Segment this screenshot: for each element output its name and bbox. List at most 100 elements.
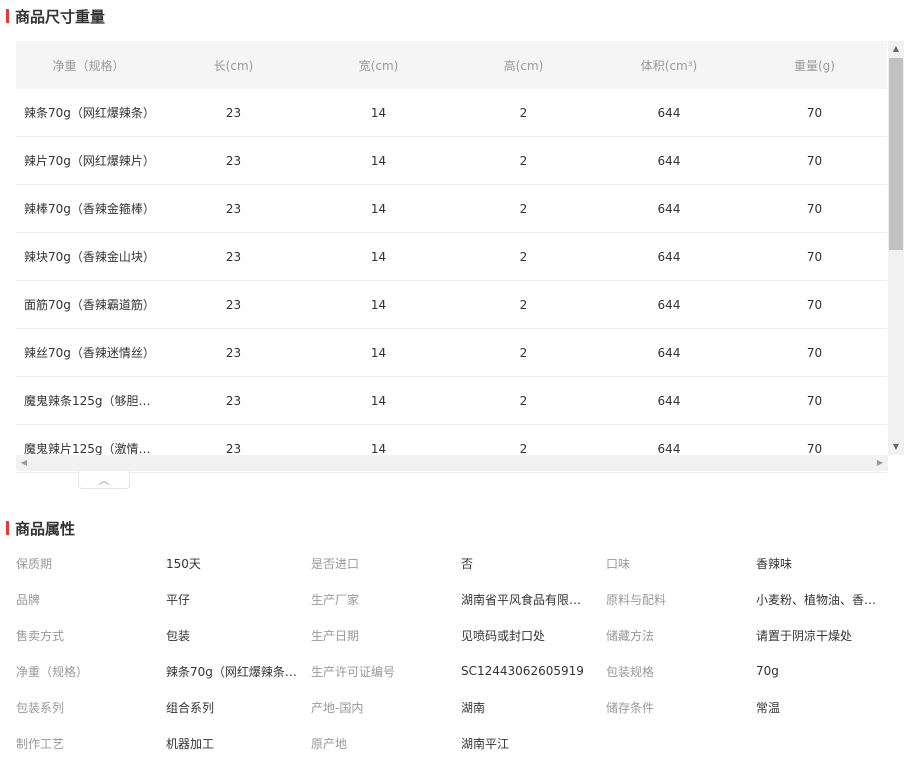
attr-label: 生产厂家	[311, 592, 360, 607]
cell-width: 14	[370, 201, 387, 216]
table-row: 辣块70g（香辣金山块） 23 14 2 644 70	[16, 233, 887, 281]
scroll-right-icon[interactable]: ▶	[874, 455, 886, 471]
attr-value: 辣条70g（网红爆辣条…	[166, 664, 297, 679]
cell-length: 23	[225, 393, 242, 408]
size-weight-table: 净重（规格） 长(cm) 宽(cm) 高(cm) 体积(cm³) 重量(g) 辣…	[16, 41, 904, 473]
cell-weight: 70	[806, 105, 823, 120]
attr-section-title: 商品属性	[6, 518, 75, 538]
attr-label: 储存条件	[606, 700, 655, 715]
cell-volume: 644	[657, 153, 681, 168]
cell-volume: 644	[657, 249, 681, 264]
cell-spec: 辣丝70g（香辣迷情丝）	[24, 346, 155, 360]
attr-label: 是否进口	[311, 556, 360, 571]
cell-height: 2	[519, 105, 528, 120]
cell-weight: 70	[806, 153, 823, 168]
attr-label: 包装规格	[606, 664, 655, 679]
attr-value: 常温	[756, 700, 781, 715]
attr-row: 包装系列 组合系列 产地-国内 湖南 储存条件 常温	[16, 689, 906, 725]
attr-label: 原产地	[311, 736, 348, 751]
attr-value: 70g	[756, 664, 779, 678]
cell-height: 2	[519, 345, 528, 360]
attr-row: 制作工艺 机器加工 原产地 湖南平江	[16, 725, 906, 761]
attr-label: 售卖方式	[16, 628, 65, 643]
attr-label: 原料与配料	[606, 592, 667, 607]
attr-value: 见喷码或封口处	[461, 628, 546, 643]
cell-volume: 644	[657, 345, 681, 360]
attr-row: 净重（规格） 辣条70g（网红爆辣条… 生产许可证编号 SC1244306260…	[16, 653, 906, 689]
attr-label: 制作工艺	[16, 736, 65, 751]
collapse-table-button[interactable]: ︿	[78, 471, 130, 489]
cell-length: 23	[225, 201, 242, 216]
attr-label: 保质期	[16, 556, 53, 571]
cell-width: 14	[370, 393, 387, 408]
cell-weight: 70	[806, 393, 823, 408]
attr-value: 平仔	[166, 592, 191, 607]
vertical-scroll-thumb[interactable]	[889, 58, 903, 250]
cell-spec: 辣条70g（网红爆辣条）	[24, 106, 155, 120]
cell-width: 14	[370, 249, 387, 264]
header-height: 高(cm)	[503, 58, 544, 73]
table-row: 魔鬼辣条125g（够胆… 23 14 2 644 70	[16, 377, 887, 425]
cell-weight: 70	[806, 297, 823, 312]
cell-volume: 644	[657, 105, 681, 120]
table-row: 面筋70g（香辣霸道筋） 23 14 2 644 70	[16, 281, 887, 329]
table-row: 辣棒70g（香辣金箍棒） 23 14 2 644 70	[16, 185, 887, 233]
cell-length: 23	[225, 249, 242, 264]
cell-height: 2	[519, 393, 528, 408]
cell-width: 14	[370, 153, 387, 168]
attr-value: SC12443062605919	[461, 664, 584, 678]
cell-volume: 644	[657, 393, 681, 408]
attr-value: 机器加工	[166, 736, 215, 751]
scroll-down-icon[interactable]: ▼	[888, 441, 904, 453]
table-body[interactable]: 辣条70g（网红爆辣条） 23 14 2 644 70 辣片70g（网红爆辣片）…	[16, 89, 887, 495]
attr-value: 请置于阴凉干燥处	[756, 628, 853, 643]
attr-value: 150天	[166, 556, 201, 571]
cell-length: 23	[225, 345, 242, 360]
scroll-left-icon[interactable]: ◀	[18, 455, 30, 471]
attr-row: 品牌 平仔 生产厂家 湖南省平风食品有限… 原料与配料 小麦粉、植物油、香…	[16, 581, 906, 617]
header-length: 长(cm)	[213, 58, 254, 73]
attr-value: 湖南省平风食品有限…	[461, 592, 582, 607]
cell-width: 14	[370, 105, 387, 120]
attr-value: 香辣味	[756, 556, 793, 571]
attr-label: 净重（规格）	[16, 664, 89, 679]
cell-height: 2	[519, 201, 528, 216]
attr-value: 包装	[166, 628, 191, 643]
attr-label: 生产许可证编号	[311, 664, 396, 679]
horizontal-scrollbar[interactable]: ◀ ▶	[16, 455, 888, 471]
attr-value: 小麦粉、植物油、香…	[756, 592, 877, 607]
attr-label: 包装系列	[16, 700, 65, 715]
product-attributes: 保质期 150天 是否进口 否 口味 香辣味 品牌 平仔 生产厂家 湖南省平风食…	[16, 545, 906, 761]
cell-weight: 70	[806, 345, 823, 360]
header-weight: 重量(g)	[794, 58, 835, 73]
attr-row: 售卖方式 包装 生产日期 见喷码或封口处 储藏方法 请置于阴凉干燥处	[16, 617, 906, 653]
cell-height: 2	[519, 297, 528, 312]
table-row: 辣片70g（网红爆辣片） 23 14 2 644 70	[16, 137, 887, 185]
cell-volume: 644	[657, 201, 681, 216]
cell-weight: 70	[806, 201, 823, 216]
horizontal-scroll-thumb[interactable]	[32, 457, 872, 469]
attr-label: 生产日期	[311, 628, 360, 643]
title-accent-bar	[6, 521, 9, 535]
header-volume: 体积(cm³)	[640, 58, 698, 73]
cell-length: 23	[225, 105, 242, 120]
chevron-up-icon: ︿	[98, 473, 110, 487]
table-row: 辣丝70g（香辣迷情丝） 23 14 2 644 70	[16, 329, 887, 377]
vertical-scrollbar[interactable]: ▲ ▼	[888, 41, 904, 455]
size-section-title-text: 商品尺寸重量	[15, 7, 106, 26]
cell-spec: 辣块70g（香辣金山块）	[24, 250, 155, 264]
table-row: 辣条70g（网红爆辣条） 23 14 2 644 70	[16, 89, 887, 137]
cell-height: 2	[519, 249, 528, 264]
attr-label: 储藏方法	[606, 628, 655, 643]
cell-spec: 魔鬼辣条125g（够胆…	[24, 394, 151, 408]
attr-label: 品牌	[16, 592, 41, 607]
header-spec: 净重（规格）	[52, 58, 125, 73]
cell-length: 23	[225, 297, 242, 312]
attr-label: 口味	[606, 556, 631, 571]
scroll-up-icon[interactable]: ▲	[888, 43, 904, 55]
cell-width: 14	[370, 297, 387, 312]
attr-value: 组合系列	[166, 700, 215, 715]
title-accent-bar	[6, 9, 9, 23]
cell-spec: 辣棒70g（香辣金箍棒）	[24, 202, 155, 216]
cell-length: 23	[225, 153, 242, 168]
